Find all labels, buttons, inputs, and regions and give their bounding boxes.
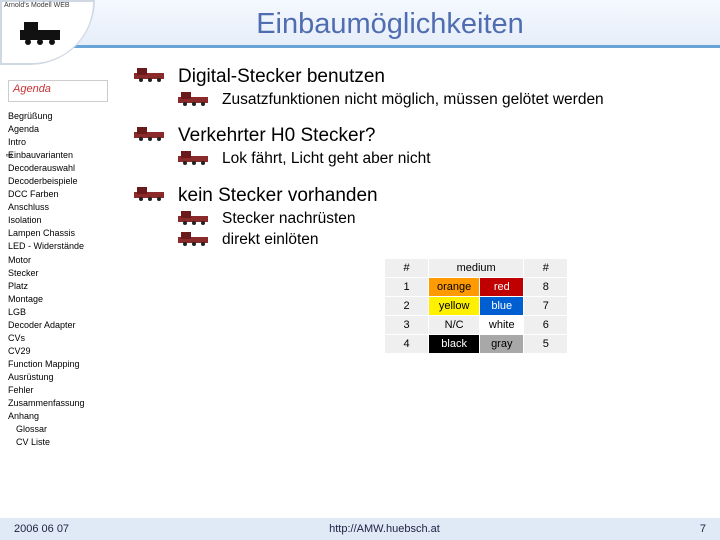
color-cell: yellow xyxy=(429,296,480,315)
bullet-l1: Digital-Stecker benutzen xyxy=(134,66,700,88)
slide-footer: 2006 06 07 http://AMW.huebsch.at 7 xyxy=(0,518,720,540)
table-row: 2yellowblue7 xyxy=(385,296,568,315)
logo-badge: Arnold's Modell WEB xyxy=(0,0,95,65)
agenda-item[interactable]: CV Liste xyxy=(16,436,124,449)
bullet-l2: Lok fährt, Licht geht aber nicht xyxy=(178,149,700,168)
locomotive-icon xyxy=(178,232,214,248)
agenda-item[interactable]: Lampen Chassis xyxy=(8,227,124,240)
pin-right: 7 xyxy=(524,296,568,315)
pin-right: 5 xyxy=(524,334,568,353)
sidebar: Agenda BegrüßungAgendaIntroEinbauvariant… xyxy=(0,60,128,516)
agenda-item[interactable]: Function Mapping xyxy=(8,358,124,371)
bullet-l2: direkt einlöten xyxy=(178,230,700,249)
pin-left: 3 xyxy=(385,315,429,334)
color-cell: gray xyxy=(480,334,524,353)
color-cell: orange xyxy=(429,277,480,296)
agenda-item[interactable]: Isolation xyxy=(8,214,124,227)
bullet-text: Lok fährt, Licht geht aber nicht xyxy=(222,149,431,168)
pin-table: # medium # 1orangered82yellowblue73N/Cwh… xyxy=(384,258,700,354)
agenda-item[interactable]: DCC Farben xyxy=(8,188,124,201)
agenda-item[interactable]: Anhang xyxy=(8,410,124,423)
pin-left: 2 xyxy=(385,296,429,315)
content: Digital-Stecker benutzen Zusatzfunktione… xyxy=(128,60,720,516)
col-num: # xyxy=(385,258,429,277)
bullet-text: Stecker nachrüsten xyxy=(222,209,356,228)
agenda-item[interactable]: Decoderbeispiele xyxy=(8,175,124,188)
agenda-item[interactable]: Motor xyxy=(8,254,124,267)
bullet-text: Digital-Stecker benutzen xyxy=(178,66,385,88)
agenda-item[interactable]: Anschluss xyxy=(8,201,124,214)
locomotive-icon xyxy=(134,68,170,84)
agenda-item[interactable]: Decoder Adapter xyxy=(8,319,124,332)
agenda-item[interactable]: Montage xyxy=(8,293,124,306)
bullet-l1: kein Stecker vorhanden xyxy=(134,185,700,207)
agenda-item[interactable]: Glossar xyxy=(16,423,124,436)
bullet-text: kein Stecker vorhanden xyxy=(178,185,378,207)
agenda-item[interactable]: CV29 xyxy=(8,345,124,358)
col-num: # xyxy=(524,258,568,277)
color-cell: white xyxy=(480,315,524,334)
page-title: Einbaumöglichkeiten xyxy=(0,0,720,48)
slide-header: Arnold's Modell WEB Einbaumöglichkeiten xyxy=(0,0,720,48)
bullet-l2: Zusatzfunktionen nicht möglich, müssen g… xyxy=(178,90,700,109)
agenda-item[interactable]: Begrüßung xyxy=(8,110,124,123)
locomotive-icon xyxy=(178,151,214,167)
pin-left: 1 xyxy=(385,277,429,296)
table-row: 3N/Cwhite6 xyxy=(385,315,568,334)
color-cell: black xyxy=(429,334,480,353)
color-cell: red xyxy=(480,277,524,296)
locomotive-icon xyxy=(134,187,170,203)
logo-top-text: Arnold's Modell WEB xyxy=(4,2,70,9)
agenda-item[interactable]: Platz xyxy=(8,280,124,293)
pin-right: 8 xyxy=(524,277,568,296)
col-medium: medium xyxy=(429,258,524,277)
agenda-item[interactable]: Decoderauswahl xyxy=(8,162,124,175)
slide-body: Agenda BegrüßungAgendaIntroEinbauvariant… xyxy=(0,60,720,516)
agenda-item[interactable]: Einbauvarianten xyxy=(8,149,124,162)
locomotive-icon xyxy=(178,211,214,227)
agenda-item[interactable]: Fehler xyxy=(8,384,124,397)
footer-url[interactable]: http://AMW.huebsch.at xyxy=(329,523,440,535)
pin-right: 6 xyxy=(524,315,568,334)
bullet-text: Verkehrter H0 Stecker? xyxy=(178,125,375,147)
footer-date: 2006 06 07 xyxy=(14,523,69,535)
agenda-item[interactable]: Ausrüstung xyxy=(8,371,124,384)
agenda-nav: BegrüßungAgendaIntroEinbauvariantenDecod… xyxy=(8,110,124,449)
table-row: 1orangered8 xyxy=(385,277,568,296)
agenda-item[interactable]: LED - Widerstände xyxy=(8,240,124,253)
agenda-item[interactable]: Zusammenfassung xyxy=(8,397,124,410)
bullet-l2: Stecker nachrüsten xyxy=(178,209,700,228)
agenda-item[interactable]: LGB xyxy=(8,306,124,319)
agenda-item[interactable]: CVs xyxy=(8,332,124,345)
bullet-text: direkt einlöten xyxy=(222,230,319,249)
agenda-item[interactable]: Agenda xyxy=(8,123,124,136)
locomotive-icon xyxy=(134,127,170,143)
agenda-item[interactable]: Intro xyxy=(8,136,124,149)
footer-page: 7 xyxy=(700,523,706,535)
bullet-text: Zusatzfunktionen nicht möglich, müssen g… xyxy=(222,90,604,109)
agenda-label: Agenda xyxy=(8,80,108,102)
color-cell: blue xyxy=(480,296,524,315)
locomotive-icon xyxy=(178,92,214,108)
pin-left: 4 xyxy=(385,334,429,353)
locomotive-icon xyxy=(18,18,68,46)
bullet-l1: Verkehrter H0 Stecker? xyxy=(134,125,700,147)
table-row: 4blackgray5 xyxy=(385,334,568,353)
color-cell: N/C xyxy=(429,315,480,334)
agenda-item[interactable]: Stecker xyxy=(8,267,124,280)
